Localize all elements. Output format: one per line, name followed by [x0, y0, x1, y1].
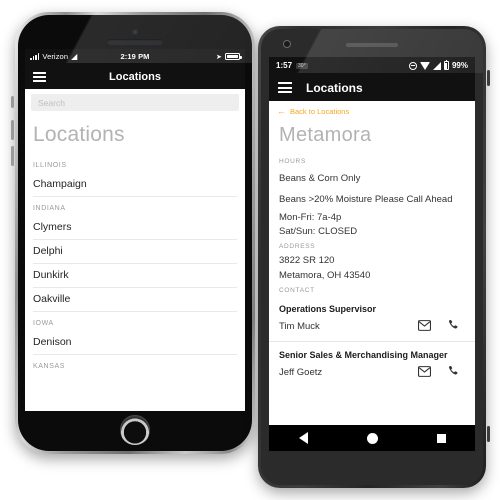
address-lines: 3822 SR 120 Metamora, OH 43540	[269, 254, 475, 284]
text-line: 3822 SR 120	[279, 255, 335, 267]
android-power-button[interactable]	[487, 70, 490, 86]
phone-icon[interactable]	[447, 364, 459, 382]
contacts-list: Operations Supervisor Tim Muck Senior Sale…	[269, 298, 475, 387]
envelope-icon[interactable]	[418, 318, 431, 336]
battery-icon	[443, 59, 449, 70]
list-item[interactable]: Delphi	[33, 240, 237, 264]
ios-content: Search Locations ILLINOIS Champaign INDIAN…	[25, 89, 245, 411]
hamburger-menu-icon[interactable]	[33, 71, 46, 82]
text-line: Metamora, OH 43540	[279, 270, 371, 282]
ios-app-bar-title: Locations	[109, 70, 161, 83]
divider	[269, 340, 475, 342]
android-recents-icon[interactable]	[436, 433, 446, 443]
back-link-label: Back to Locations	[290, 107, 350, 116]
page-title: Locations	[33, 123, 125, 146]
location-group-label: INDIANA	[33, 205, 66, 212]
iphone-volume-down-button[interactable]	[11, 146, 14, 166]
wifi-icon: ◢	[71, 51, 78, 61]
list-item[interactable]: Clymers	[33, 216, 237, 240]
iphone-silent-switch[interactable]	[11, 96, 14, 108]
earpiece-speaker	[346, 43, 398, 47]
ios-clock: 2:19 PM	[120, 52, 150, 61]
android-home-icon[interactable]	[366, 432, 378, 444]
android-device: 1:57 30° 99% Locations ← Back to Locatio…	[258, 26, 490, 488]
location-group: KANSAS	[25, 355, 245, 374]
list-item[interactable]: Champaign	[33, 173, 237, 197]
text-line: Beans & Corn Only	[279, 173, 361, 184]
temperature-badge: 30°	[296, 62, 308, 69]
carrier-label: Verizon	[42, 52, 69, 61]
hamburger-menu-icon[interactable]	[278, 82, 292, 93]
contact-name: Tim Muck	[279, 321, 320, 333]
contact-role: Operations Supervisor	[279, 303, 377, 314]
hours-schedule: Mon-Fri: 7a-4p Sat/Sun: CLOSED	[269, 211, 475, 241]
ios-status-bar: Verizon ◢ 2:19 PM ➤	[25, 49, 245, 64]
location-group-label: IOWA	[33, 320, 54, 327]
text-line: Sat/Sun: CLOSED	[279, 226, 358, 238]
contact-section-label: CONTACT	[279, 286, 315, 294]
android-system-nav	[269, 425, 475, 451]
signal-icon	[432, 61, 441, 70]
search-placeholder: Search	[38, 97, 65, 108]
contact-role: Senior Sales & Merchandising Manager	[279, 349, 448, 360]
android-bezel: 1:57 30° 99% Locations ← Back to Locatio…	[261, 29, 483, 485]
screenshot-stage: Verizon ◢ 2:19 PM ➤ Locations Search Loc…	[0, 0, 500, 500]
hours-lines: Beans & Corn Only Beans >20% Moisture Ple…	[269, 169, 475, 211]
android-app-bar: Locations	[269, 74, 475, 101]
android-clock: 1:57	[276, 61, 293, 70]
iphone-home-button[interactable]	[120, 415, 150, 445]
android-app-bar-title: Locations	[306, 80, 363, 95]
hours-section-label: HOURS	[279, 158, 306, 165]
iphone-volume-up-button[interactable]	[11, 120, 14, 140]
signal-bars-icon	[30, 53, 40, 60]
iphone-screen: Verizon ◢ 2:19 PM ➤ Locations Search Loc…	[25, 49, 245, 411]
contact-actions	[418, 364, 465, 382]
contact-item: Senior Sales & Merchandising Manager Jeff…	[269, 344, 475, 387]
phone-icon[interactable]	[447, 318, 459, 336]
contact-item: Operations Supervisor Tim Muck	[269, 298, 475, 341]
location-group-label: ILLINOIS	[33, 162, 67, 169]
android-status-bar: 1:57 30° 99%	[269, 57, 475, 74]
front-camera-icon	[283, 40, 291, 48]
do-not-disturb-icon	[408, 61, 417, 70]
list-item[interactable]: Dunkirk	[33, 264, 237, 288]
wifi-icon	[419, 61, 430, 70]
ios-app-bar: Locations	[25, 64, 245, 89]
android-screen: 1:57 30° 99% Locations ← Back to Locatio…	[269, 57, 475, 451]
list-item[interactable]: Oakville	[33, 288, 237, 312]
battery-percent-label: 99%	[451, 61, 468, 70]
contact-name: Jeff Goetz	[279, 367, 323, 379]
back-to-locations-link[interactable]: ← Back to Locations	[269, 101, 475, 119]
front-camera-icon	[132, 29, 138, 35]
address-section-label: ADDRESS	[279, 243, 316, 251]
contact-row: Tim Muck	[279, 316, 465, 341]
iphone-bezel: Verizon ◢ 2:19 PM ➤ Locations Search Loc…	[18, 15, 252, 451]
text-line: Mon-Fri: 7a-4p	[279, 211, 342, 223]
page-title: Metamora	[279, 124, 372, 146]
search-input[interactable]: Search	[31, 94, 239, 111]
location-group: ILLINOIS Champaign	[25, 155, 245, 197]
text-line: Beans >20% Moisture Please Call Ahead	[279, 193, 453, 205]
contact-row: Jeff Goetz	[279, 362, 465, 387]
contact-actions	[418, 318, 465, 336]
battery-icon	[225, 53, 242, 60]
envelope-icon[interactable]	[418, 364, 431, 382]
iphone-device: Verizon ◢ 2:19 PM ➤ Locations Search Loc…	[11, 12, 255, 454]
android-content: ← Back to Locations Metamora HOURS Beans…	[269, 101, 475, 425]
location-group: IOWA Denison	[25, 312, 245, 355]
android-back-icon[interactable]	[298, 432, 308, 444]
arrow-left-icon: ←	[277, 106, 286, 116]
list-item[interactable]: Denison	[33, 331, 237, 355]
location-group: INDIANA Clymers Delphi Dunkirk Oakville	[25, 197, 245, 312]
earpiece-speaker	[107, 39, 163, 45]
location-group-label: KANSAS	[33, 363, 65, 370]
locations-list: ILLINOIS Champaign INDIANA Clymers Delphi Dun…	[25, 155, 245, 374]
android-side-button[interactable]	[487, 426, 490, 442]
location-arrow-icon: ➤	[216, 53, 223, 61]
